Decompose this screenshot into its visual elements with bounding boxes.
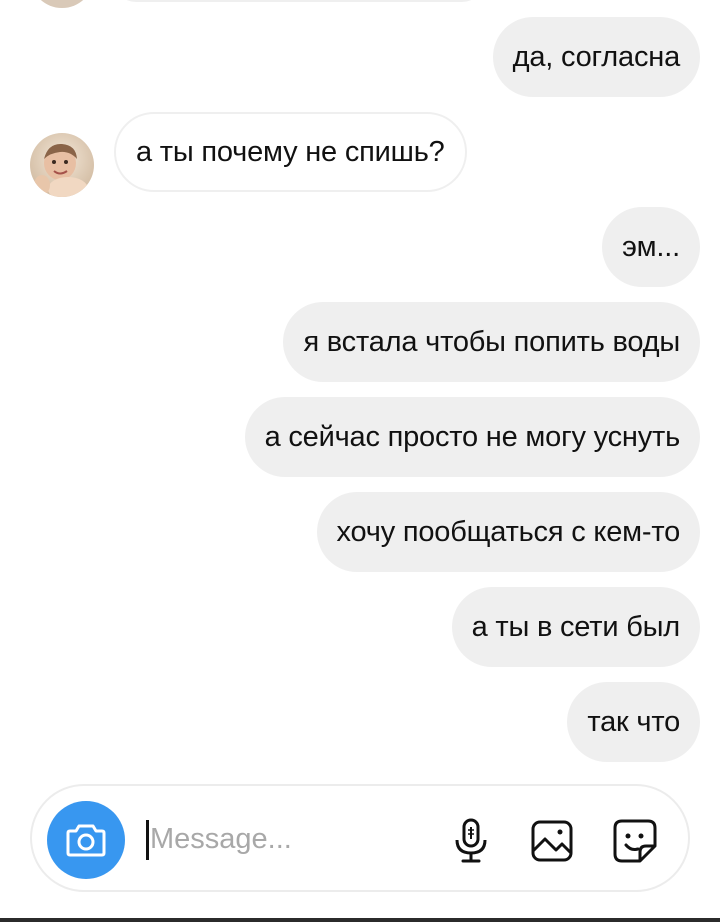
message-text: а ты почему не спишь? <box>136 135 445 168</box>
message-bubble-incoming[interactable]: а ты почему не спишь? <box>114 112 467 192</box>
gallery-button[interactable] <box>527 816 577 866</box>
message-bubble-outgoing[interactable]: так что <box>567 682 700 762</box>
microphone-icon <box>455 818 487 863</box>
message-text: так что <box>587 705 680 738</box>
camera-button[interactable] <box>47 801 125 879</box>
message-bubble-outgoing[interactable]: а сейчас просто не могу уснуть <box>244 397 700 477</box>
avatar-photo <box>30 133 94 197</box>
voice-message-button[interactable] <box>446 816 496 866</box>
message-bubble-outgoing[interactable]: хочу пообщаться с кем-то <box>316 492 700 572</box>
message-text: да, согласна <box>512 40 681 73</box>
message-bubble-partial <box>114 0 484 2</box>
message-bubble-outgoing[interactable]: эм... <box>602 207 700 287</box>
message-text: а сейчас просто не могу уснуть <box>264 420 681 453</box>
camera-icon <box>66 824 106 857</box>
avatar[interactable] <box>30 133 94 197</box>
message-bubble-outgoing[interactable]: а ты в сети был <box>451 587 700 667</box>
avatar-partial <box>30 0 94 8</box>
sticker-icon <box>613 819 657 863</box>
direct-message-thread: да, согласна а ты почему не спишь? эм... <box>0 0 720 922</box>
message-composer <box>30 784 690 892</box>
gallery-icon <box>531 820 573 862</box>
message-input[interactable] <box>150 816 440 862</box>
sticker-button[interactable] <box>610 816 660 866</box>
message-text: эм... <box>622 230 680 263</box>
bottom-divider <box>0 918 720 922</box>
message-text: хочу пообщаться с кем-то <box>336 515 681 548</box>
message-bubble-outgoing[interactable]: я встала чтобы попить воды <box>283 302 700 382</box>
message-bubble-outgoing[interactable]: да, согласна <box>492 17 700 97</box>
text-caret <box>146 820 149 860</box>
message-text: я встала чтобы попить воды <box>303 325 680 358</box>
message-text: а ты в сети был <box>471 610 681 643</box>
